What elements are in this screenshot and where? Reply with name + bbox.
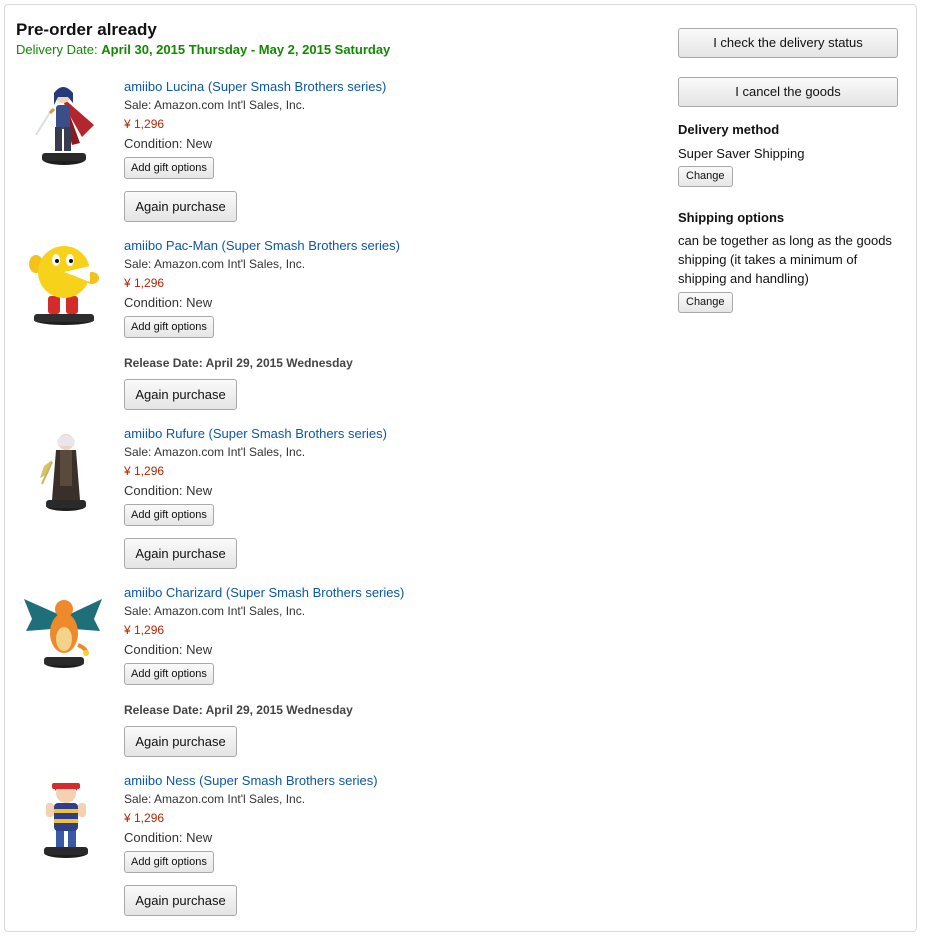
item-price: ¥ 1,296 [124, 811, 165, 825]
again-purchase-button[interactable]: Again purchase [124, 538, 237, 569]
add-gift-options-button[interactable]: Add gift options [124, 504, 214, 526]
delivery-method-value: Super Saver Shipping [678, 146, 805, 161]
release-date: Release Date: April 29, 2015 Wednesday [124, 356, 353, 370]
release-date: Release Date: April 29, 2015 Wednesday [124, 703, 353, 717]
item-condition: Condition: New [124, 295, 213, 310]
add-gift-options-button[interactable]: Add gift options [124, 851, 214, 873]
lucina-figure-icon [35, 87, 94, 165]
order-title: Pre-order already [16, 20, 157, 39]
shipping-options-text: can be together as long as the goods shi… [678, 233, 892, 286]
add-gift-options-button[interactable]: Add gift options [124, 157, 214, 179]
delivery-method-heading: Delivery method [678, 122, 780, 137]
delivery-date-range: April 30, 2015 Thursday - May 2, 2015 Sa… [101, 42, 391, 57]
shipping-options-heading: Shipping options [678, 210, 785, 225]
item-condition: Condition: New [124, 642, 213, 657]
ness-figure-icon [44, 783, 88, 858]
item-price: ¥ 1,296 [124, 276, 165, 290]
add-gift-options-button[interactable]: Add gift options [124, 316, 214, 338]
item-condition: Condition: New [124, 830, 213, 845]
item-seller: Sale: Amazon.com Int'l Sales, Inc. [124, 257, 306, 271]
item-price: ¥ 1,296 [124, 464, 165, 478]
item-name-link[interactable]: amiibo Charizard (Super Smash Brothers s… [124, 585, 404, 600]
change-delivery-method-button[interactable]: Change [678, 166, 733, 187]
again-purchase-button[interactable]: Again purchase [124, 191, 237, 222]
item-price: ¥ 1,296 [124, 623, 165, 637]
delivery-date-label: Delivery Date: [16, 42, 98, 57]
again-purchase-button[interactable]: Again purchase [124, 726, 237, 757]
item-name-link[interactable]: amiibo Lucina (Super Smash Brothers seri… [124, 79, 386, 94]
item-condition: Condition: New [124, 483, 213, 498]
item-name-link[interactable]: amiibo Pac-Man (Super Smash Brothers ser… [124, 238, 400, 253]
item-name-link[interactable]: amiibo Ness (Super Smash Brothers series… [124, 773, 378, 788]
again-purchase-button[interactable]: Again purchase [124, 379, 237, 410]
cancel-goods-button[interactable]: I cancel the goods [678, 77, 898, 107]
check-delivery-status-button[interactable]: I check the delivery status [678, 28, 898, 58]
robin-figure-icon [40, 434, 86, 511]
item-price: ¥ 1,296 [124, 117, 165, 131]
pacman-figure-icon [29, 246, 99, 325]
item-seller: Sale: Amazon.com Int'l Sales, Inc. [124, 792, 306, 806]
charizard-figure-icon [24, 599, 102, 668]
change-shipping-options-button[interactable]: Change [678, 292, 733, 313]
item-seller: Sale: Amazon.com Int'l Sales, Inc. [124, 604, 306, 618]
again-purchase-button[interactable]: Again purchase [124, 885, 237, 916]
item-seller: Sale: Amazon.com Int'l Sales, Inc. [124, 445, 306, 459]
item-name-link[interactable]: amiibo Rufure (Super Smash Brothers seri… [124, 426, 387, 441]
item-condition: Condition: New [124, 136, 213, 151]
delivery-date: Delivery Date: April 30, 2015 Thursday -… [16, 42, 390, 57]
item-seller: Sale: Amazon.com Int'l Sales, Inc. [124, 98, 306, 112]
add-gift-options-button[interactable]: Add gift options [124, 663, 214, 685]
